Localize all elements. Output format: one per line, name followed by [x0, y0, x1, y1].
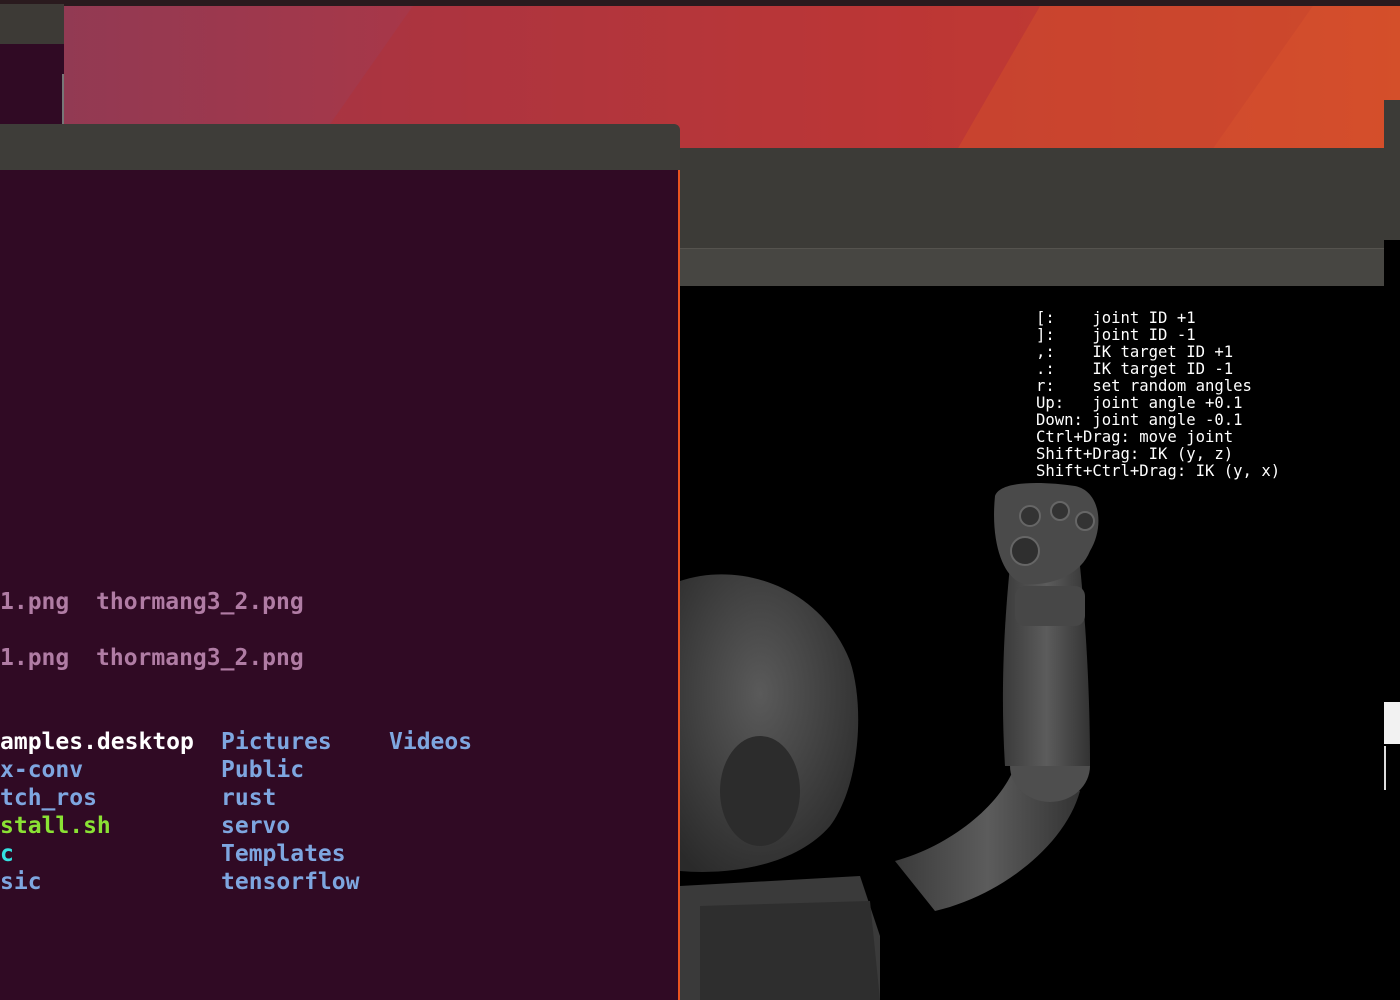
- help-line: Up: joint angle +0.1: [1036, 394, 1243, 412]
- robot-3d-canvas[interactable]: [: joint ID +1 ]: joint ID -1 ,: IK targ…: [680, 286, 1384, 1000]
- terminal-titlebar[interactable]: [0, 124, 680, 170]
- file-entry: amples.desktop: [0, 729, 194, 755]
- help-line: Ctrl+Drag: move joint: [1036, 428, 1234, 446]
- robot-hand: [994, 483, 1099, 585]
- file-entry-image: thormang3_2.png: [96, 589, 304, 615]
- directory-entry: Public: [221, 757, 305, 783]
- directory-entry: Videos: [389, 729, 473, 755]
- background-terminal-window[interactable]: [0, 4, 64, 130]
- help-line: [: joint ID +1: [1036, 309, 1196, 327]
- offscreen-window-edge[interactable]: [1384, 100, 1400, 1000]
- directory-entry: tch_ros: [0, 785, 97, 811]
- terminal-window[interactable]: 1.png thormang3_2.png 1.png thormang3_2.…: [0, 124, 680, 1000]
- viewer-titlebar[interactable]: [680, 148, 1384, 248]
- directory-entry: servo: [221, 813, 291, 839]
- help-line: Down: joint angle -0.1: [1036, 411, 1243, 429]
- help-line: Shift+Drag: IK (y, z): [1036, 445, 1234, 463]
- directory-entry: Templates: [221, 841, 346, 867]
- executable-entry: stall.sh: [0, 813, 111, 839]
- robot-finger-joint: [1050, 501, 1070, 521]
- symlink-entry: c: [0, 841, 14, 867]
- directory-entry: rust: [221, 785, 277, 811]
- file-entry-image: 1.png: [0, 589, 70, 615]
- robot-viewer-window[interactable]: [: joint ID +1 ]: joint ID -1 ,: IK targ…: [680, 148, 1384, 1000]
- help-line: ]: joint ID -1: [1036, 326, 1196, 344]
- help-line: r: set random angles: [1036, 377, 1252, 395]
- offscreen-window-titlebar[interactable]: [1384, 100, 1400, 240]
- top-panel-edge: [0, 0, 1400, 6]
- help-line: Shift+Ctrl+Drag: IK (y, x): [1036, 462, 1281, 480]
- viewer-menubar[interactable]: [680, 248, 1384, 287]
- help-line: .: IK target ID -1: [1036, 360, 1234, 378]
- text-cursor: [1384, 746, 1386, 790]
- robot-hand-joint: [1010, 536, 1040, 566]
- directory-entry: sic: [0, 869, 42, 895]
- robot-face-shadow: [720, 736, 800, 846]
- background-window-titlebar[interactable]: [0, 4, 64, 44]
- file-entry-image: thormang3_2.png: [96, 645, 304, 671]
- window-edge: [62, 74, 64, 130]
- offscreen-window-widget[interactable]: [1384, 702, 1400, 744]
- file-entry-image: 1.png: [0, 645, 70, 671]
- keyboard-help-overlay: [: joint ID +1 ]: joint ID -1 ,: IK targ…: [1036, 310, 1280, 480]
- directory-entry: tensorflow: [221, 869, 360, 895]
- directory-entry: x-conv: [0, 757, 84, 783]
- terminal-output[interactable]: 1.png thormang3_2.png 1.png thormang3_2.…: [0, 170, 680, 1000]
- robot-finger-joint: [1019, 505, 1041, 527]
- help-line: ,: IK target ID +1: [1036, 343, 1234, 361]
- robot-wrist: [1015, 586, 1085, 626]
- robot-torso-panel: [700, 901, 880, 1000]
- robot-finger-joint: [1075, 511, 1095, 531]
- directory-entry: Pictures: [221, 729, 332, 755]
